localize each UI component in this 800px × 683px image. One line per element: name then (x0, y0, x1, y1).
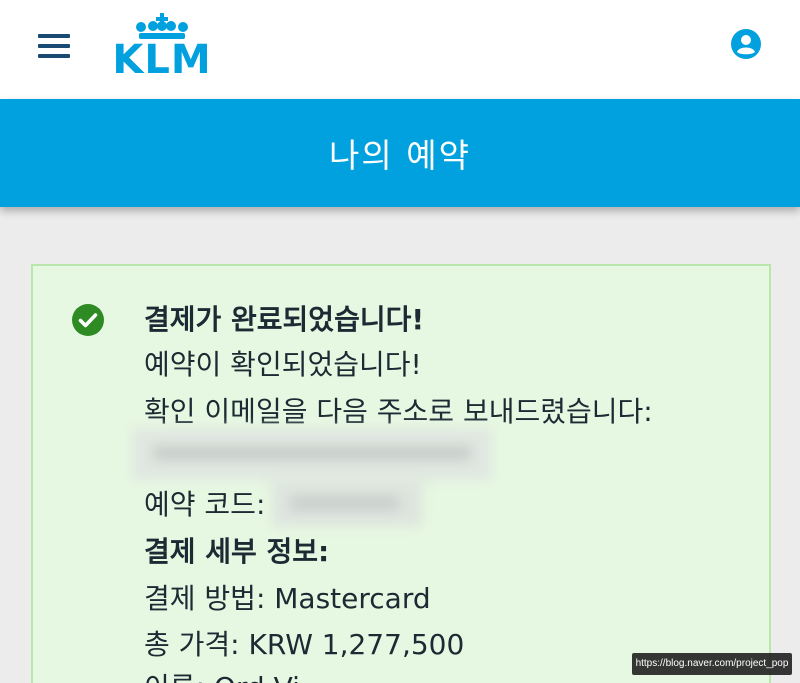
payment-complete-heading: 결제가 완료되었습니다! (144, 303, 425, 336)
check-circle-icon (72, 304, 104, 336)
name-text: 이름: Ord Vi (144, 673, 300, 683)
redacted-email (132, 428, 492, 480)
page-title: 나의 예약 (329, 136, 471, 175)
email-sent-text: 확인 이메일을 다음 주소로 보내드렸습니다: (144, 395, 653, 428)
blog-watermark: https://blog.naver.com/project_pop (632, 653, 792, 675)
booking-confirmed-text: 예약이 확인되었습니다! (144, 348, 422, 381)
payment-method-text: 결제 방법: Mastercard (144, 582, 431, 615)
page-header-banner: 나의 예약 (0, 99, 800, 207)
hamburger-menu-icon[interactable] (38, 34, 72, 58)
total-price-text: 총 가격: KRW 1,277,500 (144, 628, 465, 661)
redacted-booking-code (272, 480, 422, 526)
klm-logo[interactable]: KLM (107, 12, 217, 83)
top-app-bar: KLM (0, 0, 800, 99)
logo-wordmark: KLM (112, 37, 212, 83)
user-account-icon[interactable] (730, 28, 762, 60)
payment-details-heading: 결제 세부 정보: (144, 535, 330, 568)
booking-code-label: 예약 코드: (144, 488, 266, 521)
